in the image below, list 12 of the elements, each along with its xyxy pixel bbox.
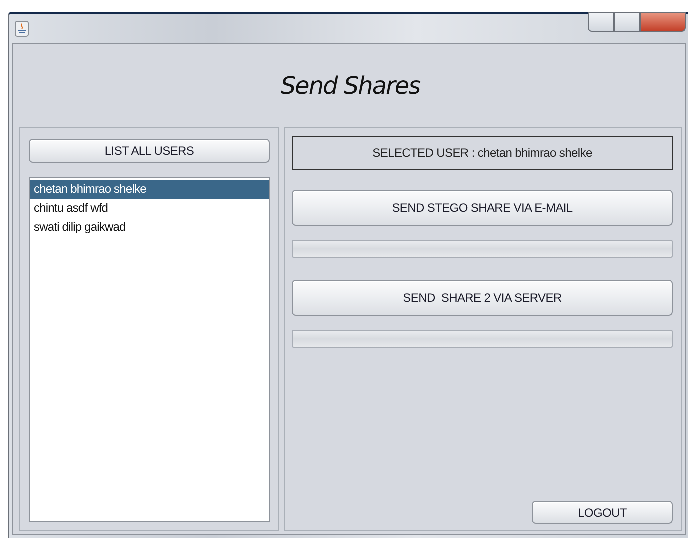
window-title: Send Shares bbox=[280, 70, 422, 102]
user-list-item[interactable]: chetan bhimrao shelke bbox=[30, 180, 269, 199]
user-list-item[interactable]: chintu asdf wfd bbox=[30, 199, 269, 218]
selected-user-label: SELECTED USER : chetan bhimrao shelke bbox=[292, 136, 673, 170]
java-cup-icon bbox=[15, 21, 29, 37]
maximize-button[interactable] bbox=[614, 12, 640, 32]
minimize-button[interactable] bbox=[588, 12, 614, 32]
logout-button[interactable]: LOGOUT bbox=[532, 501, 673, 524]
user-list-item[interactable]: swati dilip gaikwad bbox=[30, 218, 269, 237]
list-all-users-button[interactable]: LIST ALL USERS bbox=[29, 139, 270, 163]
send-button[interactable]: SEND SHARE 2 VIA SERVER bbox=[292, 280, 673, 316]
send-button[interactable]: SEND STEGO SHARE VIA E-MAIL bbox=[292, 190, 673, 226]
